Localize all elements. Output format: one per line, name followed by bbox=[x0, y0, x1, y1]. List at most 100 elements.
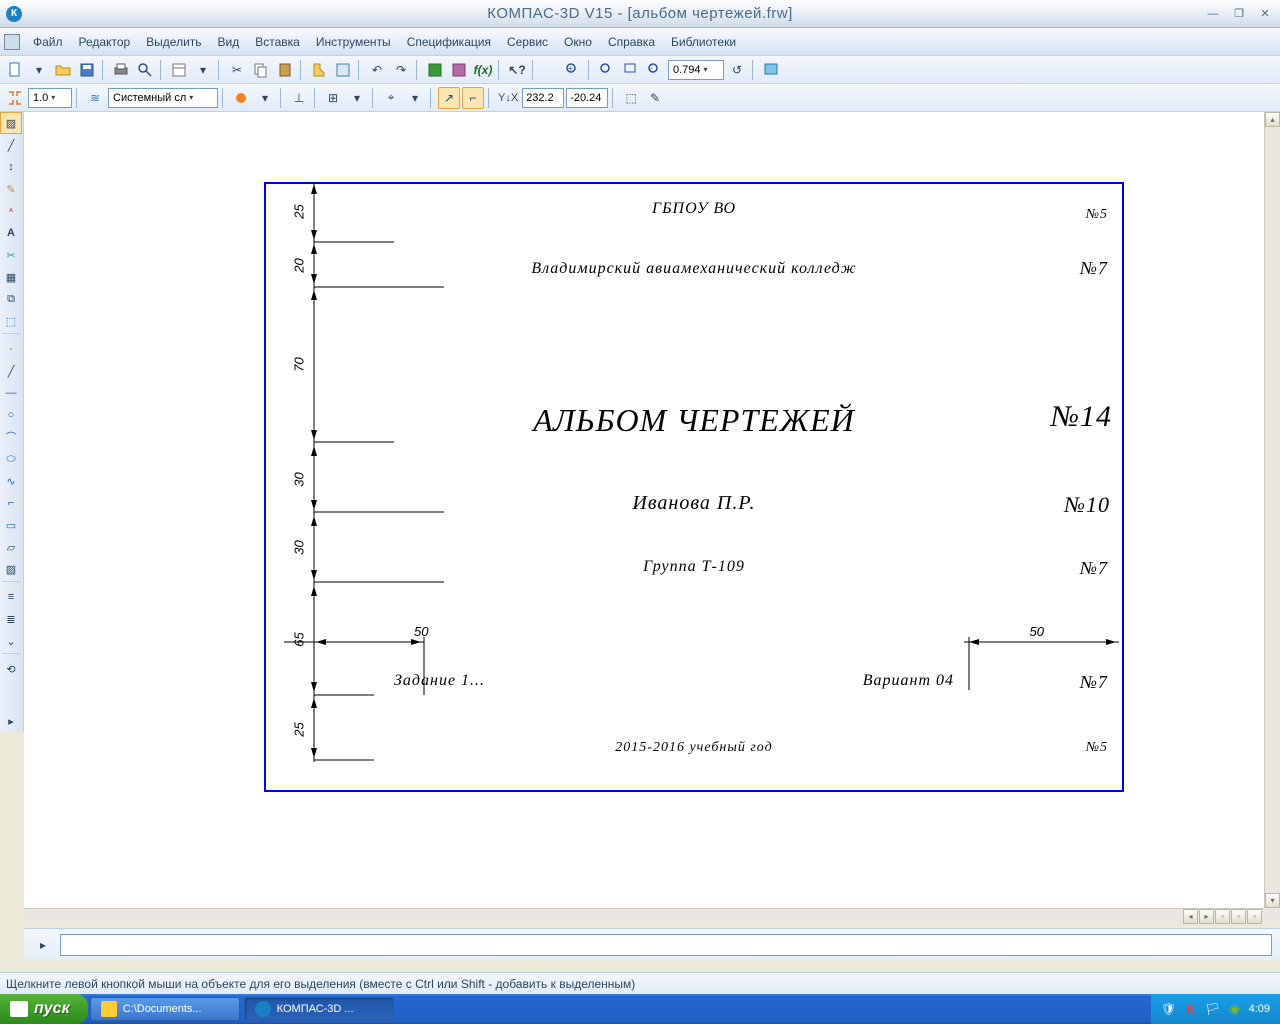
coord-y-input[interactable] bbox=[566, 88, 608, 108]
tray-nvidia-icon[interactable]: ◉ bbox=[1227, 1001, 1243, 1017]
tool-autoline[interactable]: ▱ bbox=[0, 536, 22, 558]
statusbar: Щелкните левой кнопкой мыши на объекте д… bbox=[0, 972, 1280, 994]
copy-button[interactable] bbox=[250, 59, 272, 81]
tool-aux-line[interactable]: ╱ bbox=[0, 360, 22, 382]
save-button[interactable] bbox=[76, 59, 98, 81]
help-cursor-button[interactable]: ↖? bbox=[506, 59, 528, 81]
menu-help[interactable]: Справка bbox=[601, 32, 662, 52]
tool-eq1[interactable]: ≡ bbox=[0, 586, 22, 608]
system-tray[interactable]: 🛡 K 🏳 ◉ 4:09 bbox=[1151, 994, 1280, 1024]
tool-line[interactable]: ╱ bbox=[0, 134, 22, 156]
layers-button[interactable]: ≋ bbox=[84, 87, 106, 109]
tool-undo[interactable]: ⟲ bbox=[0, 658, 22, 680]
canvas-area[interactable]: 25 20 70 30 30 65 25 50 50 ГБПОУ ВО Влад… bbox=[24, 112, 1280, 924]
menu-insert[interactable]: Вставка bbox=[248, 32, 307, 52]
zoom-fit-button[interactable] bbox=[596, 59, 618, 81]
tool-ellipse[interactable]: ⬭ bbox=[0, 448, 22, 470]
menu-edit[interactable]: Редактор bbox=[72, 32, 138, 52]
tool-text[interactable]: ✎ bbox=[0, 178, 22, 200]
menu-spec[interactable]: Спецификация bbox=[400, 32, 498, 52]
properties-button[interactable] bbox=[168, 59, 190, 81]
menu-libs[interactable]: Библиотеки bbox=[664, 32, 743, 52]
snap-button[interactable] bbox=[4, 87, 26, 109]
tool-point[interactable]: · bbox=[0, 338, 22, 360]
menu-view[interactable]: Вид bbox=[211, 32, 247, 52]
redo-button[interactable]: ↷ bbox=[390, 59, 412, 81]
properties-panel-button[interactable] bbox=[332, 59, 354, 81]
document-menu-icon[interactable] bbox=[4, 34, 20, 50]
properties-dropdown-icon[interactable]: ▾ bbox=[192, 59, 214, 81]
scrollbar-horizontal[interactable]: ◂▸ ▫▫▫ bbox=[24, 908, 1264, 924]
menu-tools[interactable]: Инструменты bbox=[309, 32, 398, 52]
tool-chamfer[interactable]: ⌐ bbox=[0, 492, 22, 514]
refresh-button[interactable] bbox=[760, 59, 782, 81]
library-manager-button[interactable] bbox=[424, 59, 446, 81]
tool-rect[interactable]: ▭ bbox=[0, 514, 22, 536]
scrollbar-corner bbox=[1264, 908, 1280, 924]
open-button[interactable] bbox=[52, 59, 74, 81]
edit-macro-button[interactable]: ✎ bbox=[644, 87, 666, 109]
zoom-previous-button[interactable]: ↺ bbox=[726, 59, 748, 81]
format-painter-button[interactable] bbox=[308, 59, 330, 81]
maximize-button[interactable]: ❐ bbox=[1228, 7, 1250, 21]
zoom-window-button[interactable] bbox=[620, 59, 642, 81]
zoom-value-dropdown[interactable]: 0.794▾ bbox=[668, 60, 724, 80]
tool-dimension[interactable]: ↕ bbox=[0, 156, 22, 178]
grid-dropdown-icon[interactable]: ▾ bbox=[346, 87, 368, 109]
insert-macro-button[interactable]: ⬚ bbox=[620, 87, 642, 109]
zoom-out-button[interactable]: - bbox=[644, 59, 666, 81]
tray-k-icon[interactable]: K bbox=[1183, 1001, 1199, 1017]
tool-select[interactable]: ▨ bbox=[0, 112, 22, 134]
close-button[interactable]: ✕ bbox=[1254, 7, 1276, 21]
preview-button[interactable] bbox=[134, 59, 156, 81]
fx-button[interactable]: f(x) bbox=[472, 59, 494, 81]
ortho-button[interactable]: ⊥ bbox=[288, 87, 310, 109]
tool-params[interactable]: ▦ bbox=[0, 266, 22, 288]
tool-collapse[interactable]: ⌄ bbox=[0, 630, 22, 652]
tool-hatch[interactable]: ⬚ bbox=[0, 310, 22, 332]
cut-button[interactable]: ✂ bbox=[226, 59, 248, 81]
menu-select[interactable]: Выделить bbox=[139, 32, 208, 52]
style-dropdown[interactable]: Системный сл▾ bbox=[108, 88, 218, 108]
tool-eq2[interactable]: ≣ bbox=[0, 608, 22, 630]
round-button[interactable]: ↗ bbox=[438, 87, 460, 109]
new-button[interactable] bbox=[4, 59, 26, 81]
lcs-dropdown-icon[interactable]: ▾ bbox=[404, 87, 426, 109]
grid-button[interactable]: ⊞ bbox=[322, 87, 344, 109]
new-dropdown-icon[interactable]: ▾ bbox=[28, 59, 50, 81]
cmd-expand-icon[interactable]: ▸ bbox=[32, 934, 54, 956]
tray-clock[interactable]: 4:09 bbox=[1249, 1003, 1270, 1015]
menu-service[interactable]: Сервис bbox=[500, 32, 555, 52]
menu-file[interactable]: Файл bbox=[26, 32, 70, 52]
command-input[interactable] bbox=[60, 934, 1272, 956]
tool-a-text[interactable]: A bbox=[0, 222, 22, 244]
tool-arc[interactable]: ⌒ bbox=[0, 426, 22, 448]
tool-segment[interactable]: — bbox=[0, 382, 22, 404]
coord-x-input[interactable] bbox=[522, 88, 564, 108]
tool-expand[interactable]: ▸ bbox=[0, 710, 22, 732]
undo-button[interactable]: ↶ bbox=[366, 59, 388, 81]
zoom-in-button[interactable]: + bbox=[562, 59, 584, 81]
start-button[interactable]: пуск bbox=[0, 994, 88, 1024]
paste-button[interactable] bbox=[274, 59, 296, 81]
tray-lang-icon[interactable]: 🏳 bbox=[1205, 1001, 1221, 1017]
taskbar-item-explorer[interactable]: C:\Documents... bbox=[90, 997, 240, 1021]
print-button[interactable] bbox=[110, 59, 132, 81]
ucs-button[interactable]: ⌐ bbox=[462, 87, 484, 109]
step-value-dropdown[interactable]: 1.0▾ bbox=[28, 88, 72, 108]
minimize-button[interactable]: — bbox=[1202, 7, 1224, 21]
tool-hatch2[interactable]: ▨ bbox=[0, 558, 22, 580]
tool-scissors[interactable]: ✂ bbox=[0, 244, 22, 266]
tray-security-icon[interactable]: 🛡 bbox=[1161, 1001, 1177, 1017]
tool-xyz[interactable]: ᴬ bbox=[0, 200, 22, 222]
menu-window[interactable]: Окно bbox=[557, 32, 599, 52]
color-button[interactable] bbox=[230, 87, 252, 109]
lcs-button[interactable]: ⌖ bbox=[380, 87, 402, 109]
color-dropdown-icon[interactable]: ▾ bbox=[254, 87, 276, 109]
tool-spline[interactable]: ∿ bbox=[0, 470, 22, 492]
taskbar-item-kompas[interactable]: КОМПАС-3D ... bbox=[244, 997, 394, 1021]
variables-button[interactable] bbox=[448, 59, 470, 81]
tool-circle[interactable]: ○ bbox=[0, 404, 22, 426]
scrollbar-vertical[interactable]: ▴ ▾ bbox=[1264, 112, 1280, 908]
tool-measure[interactable]: ⧉ bbox=[0, 288, 22, 310]
